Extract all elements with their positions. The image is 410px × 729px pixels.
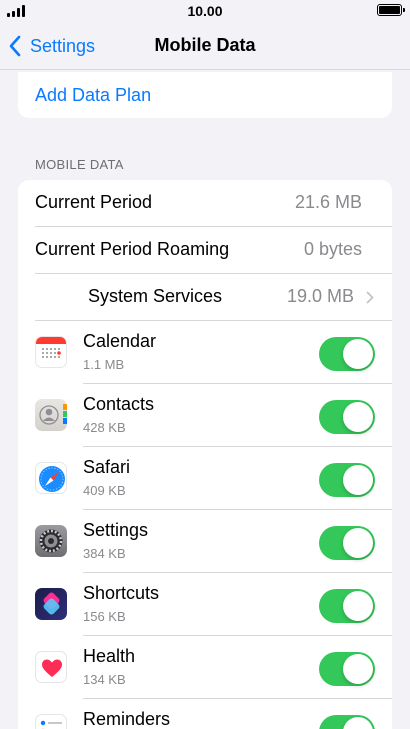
shortcuts-toggle[interactable] xyxy=(319,589,375,623)
settings-toggle[interactable] xyxy=(319,526,375,560)
battery-full-icon xyxy=(377,4,405,16)
app-name: Calendar xyxy=(83,331,157,351)
system-services-row[interactable]: System Services 19.0 MB xyxy=(18,274,392,321)
system-services-value: 19.0 MB xyxy=(286,286,354,306)
status-bar: 10.00 xyxy=(0,0,410,22)
contacts-icon xyxy=(35,399,67,431)
reminders-toggle[interactable] xyxy=(319,715,375,729)
health-toggle[interactable] xyxy=(319,652,375,686)
calendar-toggle[interactable] xyxy=(319,337,375,371)
shortcuts-icon xyxy=(35,588,67,620)
app-row-health: Health 134 KB xyxy=(18,636,392,699)
app-row-contacts: Contacts 428 KB xyxy=(18,384,392,447)
app-row-calendar: Calendar 1.1 MB xyxy=(18,321,392,384)
current-period-label: Current Period xyxy=(35,192,153,212)
navigation-bar: Settings Mobile Data xyxy=(0,22,410,70)
mobile-data-group: Current Period 21.6 MB Current Period Ro… xyxy=(18,180,392,729)
app-data-usage: 1.1 MB xyxy=(83,357,125,372)
current-period-value: 21.6 MB xyxy=(294,192,362,212)
health-icon xyxy=(35,651,67,683)
app-row-safari: Safari 409 KB xyxy=(18,447,392,510)
section-header: MOBILE DATA xyxy=(35,157,124,172)
roaming-row: Current Period Roaming 0 bytes xyxy=(18,227,392,274)
app-data-usage: 156 KB xyxy=(83,609,126,624)
app-data-usage: 134 KB xyxy=(83,672,126,687)
contacts-toggle[interactable] xyxy=(319,400,375,434)
status-time: 10.00 xyxy=(187,3,223,19)
app-data-usage: 409 KB xyxy=(83,483,126,498)
safari-icon xyxy=(35,462,67,494)
current-period-row: Current Period 21.6 MB xyxy=(18,180,392,227)
app-row-settings: Settings 384 KB xyxy=(18,510,392,573)
data-plan-group: Add Data Plan xyxy=(18,72,392,118)
reminders-icon xyxy=(35,714,67,729)
app-row-reminders: Reminders xyxy=(18,699,392,729)
settings-icon xyxy=(35,525,67,557)
app-name: Settings xyxy=(83,520,149,540)
mobile-data-screen: 10.00 Settings Mobile Data Add Data Plan… xyxy=(0,0,410,729)
app-data-usage: 428 KB xyxy=(83,420,126,435)
app-name: Shortcuts xyxy=(83,583,160,603)
roaming-label: Current Period Roaming xyxy=(35,239,230,259)
system-services-label: System Services xyxy=(88,286,223,306)
page-title: Mobile Data xyxy=(154,35,256,55)
chevron-right-icon xyxy=(366,291,374,304)
safari-toggle[interactable] xyxy=(319,463,375,497)
app-name: Reminders xyxy=(83,709,171,729)
app-name: Health xyxy=(83,646,136,666)
app-name: Safari xyxy=(83,457,131,477)
app-row-shortcuts: Shortcuts 156 KB xyxy=(18,573,392,636)
app-data-usage: 384 KB xyxy=(83,546,126,561)
calendar-icon xyxy=(35,336,67,368)
app-name: Contacts xyxy=(83,394,155,414)
roaming-value: 0 bytes xyxy=(303,239,362,259)
add-data-plan-link[interactable]: Add Data Plan xyxy=(35,85,151,106)
